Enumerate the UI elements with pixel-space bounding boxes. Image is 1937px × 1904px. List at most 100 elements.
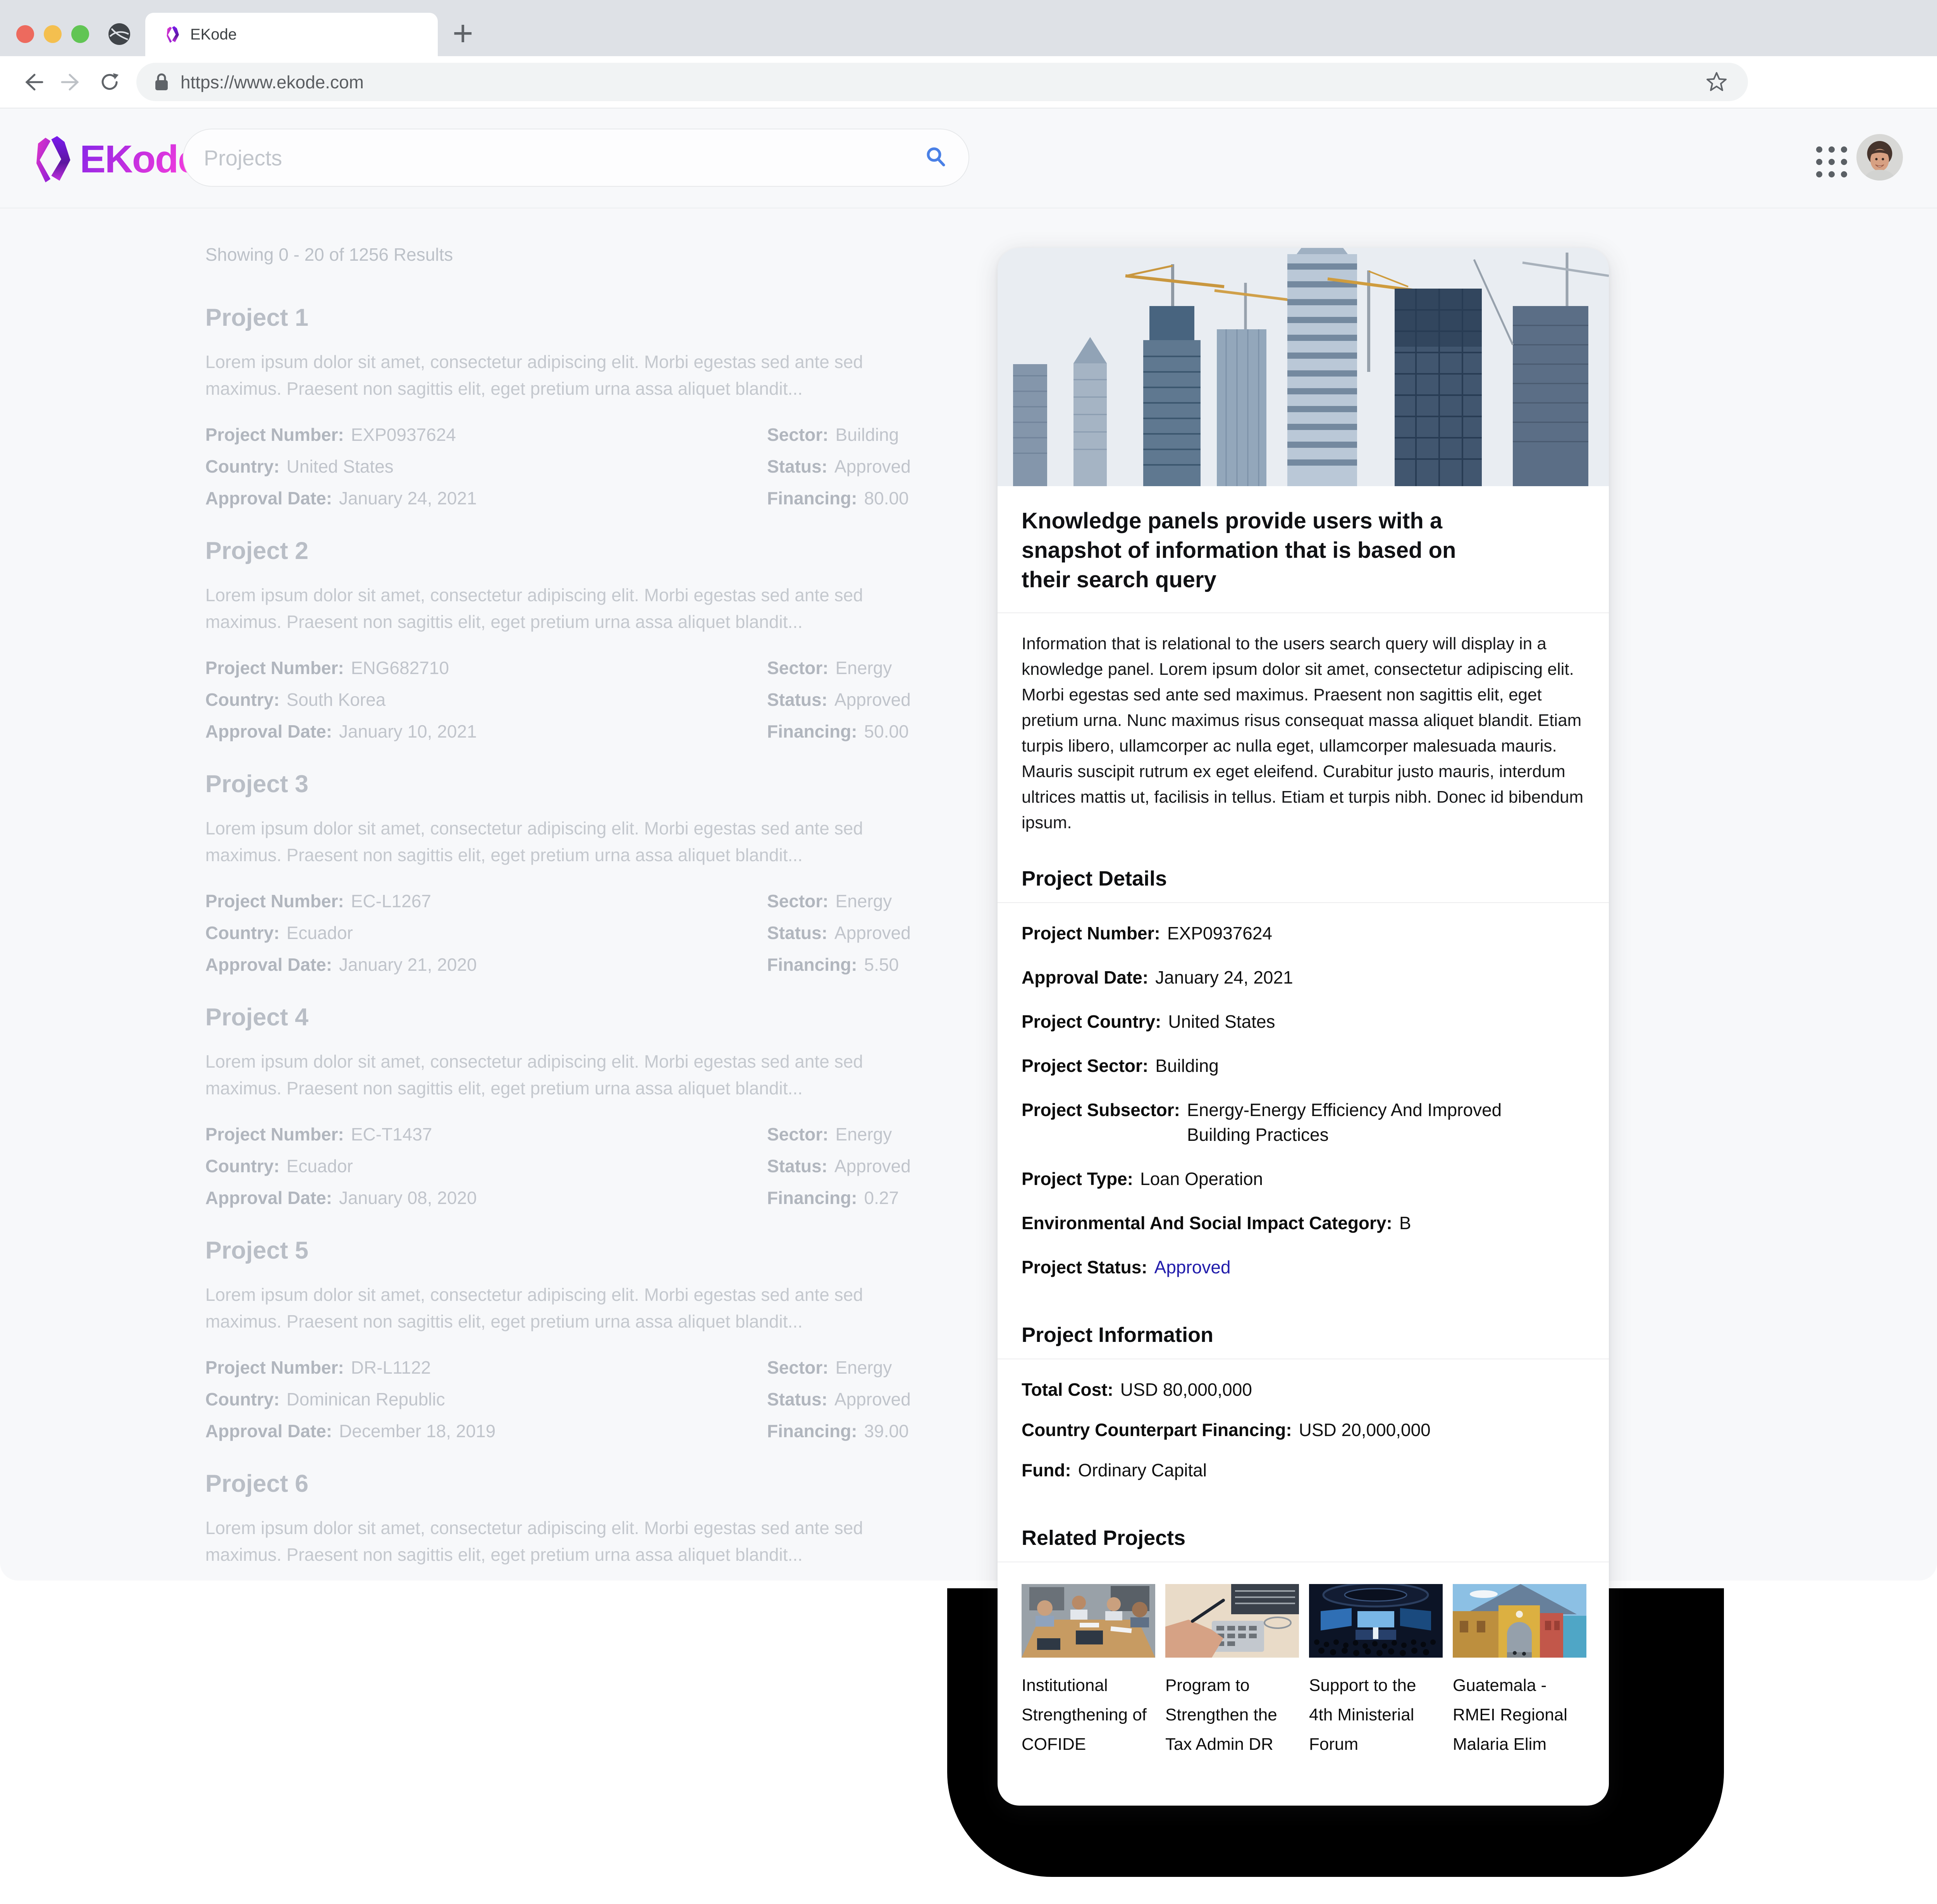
result-title[interactable]: Project 5: [205, 1237, 1003, 1264]
result-field: Sector:Energy: [767, 1124, 1003, 1145]
search-input[interactable]: [203, 145, 924, 171]
knowledge-panel-body: Knowledge panels provide users with a sn…: [998, 486, 1609, 1806]
detail-label: Project Type:: [1022, 1166, 1133, 1191]
related-project-card[interactable]: Support to the 4th Ministerial Forum: [1309, 1584, 1443, 1759]
result-fields: Project Number:ENG682710Sector:EnergyCou…: [205, 658, 1003, 742]
related-thumbnail-meeting-photo: [1022, 1584, 1155, 1658]
result-field: Financing:39.00: [767, 1421, 1003, 1441]
project-information-heading: Project Information: [1022, 1323, 1585, 1347]
result-field: Financing:5.50: [767, 955, 1003, 975]
result-title[interactable]: Project 4: [205, 1003, 1003, 1031]
browser-tab-ekode[interactable]: EKode: [145, 13, 438, 56]
window-close-button[interactable]: [16, 25, 34, 43]
result-item: Project 2 Lorem ipsum dolor sit amet, co…: [205, 537, 1003, 742]
result-item: Project 3 Lorem ipsum dolor sit amet, co…: [205, 770, 1003, 975]
new-tab-button[interactable]: +: [452, 15, 473, 51]
info-label: Fund:: [1022, 1458, 1071, 1483]
detail-value: January 24, 2021: [1155, 965, 1293, 990]
globe-icon: [108, 22, 131, 46]
info-label: Country Counterpart Financing:: [1022, 1417, 1292, 1442]
result-field: Country:Dominican Republic: [205, 1389, 767, 1410]
result-fields: Project Number:DR-L1122Sector:EnergyCoun…: [205, 1357, 1003, 1441]
result-field: Status:Approved: [767, 690, 1003, 710]
result-field: Approval Date:January 10, 2021: [205, 721, 767, 742]
result-description: Lorem ipsum dolor sit amet, consectetur …: [205, 1281, 879, 1335]
tab-title: EKode: [190, 26, 237, 43]
related-thumbnail-tax-photo: [1165, 1584, 1299, 1658]
user-avatar[interactable]: [1856, 134, 1903, 181]
info-row: Total Cost: USD 80,000,000: [1022, 1377, 1585, 1402]
result-field: Financing:0.27: [767, 1188, 1003, 1208]
detail-value: EXP0937624: [1167, 921, 1272, 946]
related-thumbnail-forum-photo: [1309, 1584, 1443, 1658]
related-project-title: Guatemala - RMEI Regional Malaria Elim: [1453, 1671, 1586, 1759]
result-fields: Project Number:EC-L1267Sector:EnergyCoun…: [205, 891, 1003, 975]
result-title[interactable]: Project 3: [205, 770, 1003, 798]
result-item: Project 1 Lorem ipsum dolor sit amet, co…: [205, 304, 1003, 509]
detail-label: Project Number:: [1022, 921, 1160, 946]
search-icon[interactable]: [924, 145, 949, 170]
info-value: USD 80,000,000: [1120, 1377, 1252, 1402]
result-field: Approval Date:January 24, 2021: [205, 488, 767, 509]
related-project-card[interactable]: Program to Strengthen the Tax Admin DR: [1165, 1584, 1299, 1759]
result-field: Financing:80.00: [767, 488, 1003, 509]
result-field: Approval Date:January 21, 2020: [205, 955, 767, 975]
related-thumbnail-guatemala-photo: [1453, 1584, 1586, 1658]
result-fields: Project Number:EXP0937624Sector:Building…: [205, 425, 1003, 509]
result-fields: Project Number:EC-T1437Sector:EnergyCoun…: [205, 1124, 1003, 1208]
site-header: EKode: [0, 108, 1937, 208]
related-project-card[interactable]: Institutional Strengthening of COFIDE: [1022, 1584, 1155, 1759]
knowledge-panel-hero-image: [998, 248, 1609, 486]
back-button[interactable]: [21, 70, 45, 94]
ekode-favicon-icon: [162, 22, 180, 47]
detail-label: Project Country:: [1022, 1009, 1161, 1034]
result-field: Country:United States: [205, 456, 767, 477]
result-field: Status:Approved: [767, 1389, 1003, 1410]
results-list: Project 1 Lorem ipsum dolor sit amet, co…: [205, 304, 1003, 1581]
project-details-list: Project Number: EXP0937624 Approval Date…: [1022, 921, 1585, 1280]
detail-row: Approval Date: January 24, 2021: [1022, 965, 1585, 990]
reload-button[interactable]: [98, 70, 122, 94]
ekode-logo[interactable]: EKode: [24, 125, 199, 194]
result-description: Lorem ipsum dolor sit amet, consectetur …: [205, 1048, 879, 1102]
address-bar[interactable]: https://www.ekode.com: [136, 63, 1748, 101]
result-title[interactable]: Project 2: [205, 537, 1003, 565]
divider: [998, 612, 1609, 613]
url-text[interactable]: https://www.ekode.com: [181, 72, 364, 93]
browser-toolbar: https://www.ekode.com: [0, 56, 1937, 108]
detail-row: Environmental And Social Impact Category…: [1022, 1211, 1585, 1235]
detail-label: Environmental And Social Impact Category…: [1022, 1211, 1392, 1235]
related-project-card[interactable]: Guatemala - RMEI Regional Malaria Elim: [1453, 1584, 1586, 1759]
result-field: Financing:50.00: [767, 721, 1003, 742]
detail-row: Project Country: United States: [1022, 1009, 1585, 1034]
window-zoom-button[interactable]: [71, 25, 89, 43]
detail-value: B: [1399, 1211, 1411, 1235]
bookmark-star-icon[interactable]: [1705, 71, 1728, 93]
related-project-title: Institutional Strengthening of COFIDE: [1022, 1671, 1155, 1759]
results-summary: Showing 0 - 20 of 1256 Results: [205, 244, 1003, 265]
result-field: Status:Approved: [767, 923, 1003, 943]
result-description: Lorem ipsum dolor sit amet, consectetur …: [205, 1515, 879, 1568]
forward-button[interactable]: [59, 70, 83, 94]
detail-label: Project Sector:: [1022, 1053, 1148, 1078]
detail-row: Project Type: Loan Operation: [1022, 1166, 1585, 1191]
search-bar[interactable]: [183, 129, 969, 187]
result-field: Approval Date:January 08, 2020: [205, 1188, 767, 1208]
related-project-title: Program to Strengthen the Tax Admin DR: [1165, 1671, 1299, 1759]
result-field: Sector:Energy: [767, 1357, 1003, 1378]
knowledge-panel: Knowledge panels provide users with a sn…: [998, 248, 1609, 1806]
page-background: EKode Showing 0 - 20 of 1256 Results: [0, 108, 1937, 1581]
ekode-logo-text: EKode: [80, 137, 199, 182]
result-description: Lorem ipsum dolor sit amet, consectetur …: [205, 815, 879, 869]
knowledge-panel-title: Knowledge panels provide users with a sn…: [1022, 506, 1510, 595]
detail-value: Approved: [1154, 1255, 1231, 1280]
window-minimize-button[interactable]: [44, 25, 62, 43]
result-field: Status:Approved: [767, 456, 1003, 477]
result-item: Project 4 Lorem ipsum dolor sit amet, co…: [205, 1003, 1003, 1208]
info-value: USD 20,000,000: [1299, 1417, 1431, 1442]
result-title[interactable]: Project 6: [205, 1470, 1003, 1498]
related-project-title: Support to the 4th Ministerial Forum: [1309, 1671, 1443, 1759]
result-title[interactable]: Project 1: [205, 304, 1003, 332]
apps-grid-icon[interactable]: [1816, 146, 1847, 177]
result-field: Sector:Building: [767, 425, 1003, 445]
